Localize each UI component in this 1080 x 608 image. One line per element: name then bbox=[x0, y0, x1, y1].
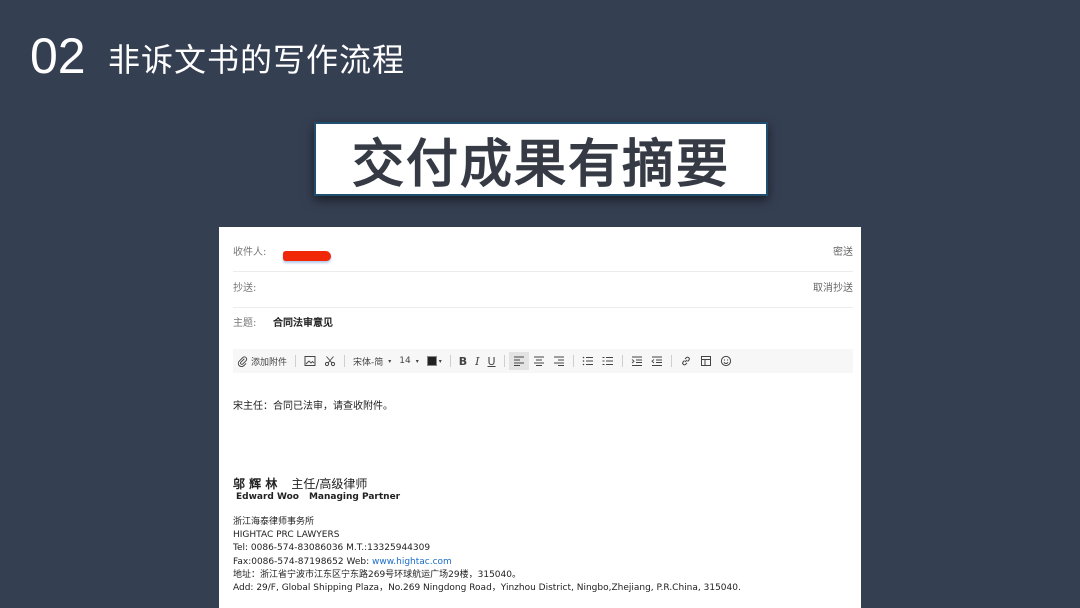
align-right-icon bbox=[553, 356, 564, 366]
signature-name: 邬 辉 林 bbox=[233, 477, 278, 491]
subject-field-row[interactable]: 主题: 合同法审意见 bbox=[233, 306, 853, 342]
telephone-line: Tel: 0086-574-83086036 M.T.:13325944309 bbox=[233, 543, 431, 554]
align-center-button[interactable] bbox=[529, 352, 549, 370]
subject-label: 主题: bbox=[233, 318, 257, 329]
font-size-value: 14 bbox=[399, 356, 411, 366]
firm-name-en: HIGHTAC PRC LAWYERS bbox=[233, 530, 340, 541]
bold-button[interactable]: B bbox=[455, 352, 471, 370]
slide-title: 非诉文书的写作流程 bbox=[108, 41, 406, 79]
to-label: 收件人: bbox=[233, 247, 267, 258]
font-size-select[interactable]: 14 ▾ bbox=[395, 352, 422, 370]
recipient-redaction-mark bbox=[283, 251, 331, 261]
banner-text: 交付成果有摘要 bbox=[351, 133, 730, 195]
outdent-icon bbox=[650, 356, 662, 366]
align-center-icon bbox=[533, 356, 544, 366]
signature-details: 浙江海泰律师事务所 HIGHTAC PRC LAWYERS Tel: 0086-… bbox=[233, 516, 741, 595]
paperclip-icon bbox=[237, 355, 248, 367]
toolbar-divider bbox=[621, 355, 623, 367]
slide-number: 02 bbox=[30, 28, 86, 84]
cancel-cc-link[interactable]: 取消抄送 bbox=[813, 271, 853, 307]
insert-link-button[interactable] bbox=[676, 352, 696, 370]
insert-emoji-button[interactable] bbox=[716, 352, 736, 370]
font-family-select[interactable]: 宋体-简 ▾ bbox=[349, 352, 395, 370]
insert-table-button[interactable] bbox=[696, 352, 716, 370]
firm-name-cn: 浙江海泰律师事务所 bbox=[233, 517, 315, 527]
bcc-link[interactable]: 密送 bbox=[833, 235, 853, 271]
toolbar-divider bbox=[295, 355, 297, 367]
chevron-down-icon: ▾ bbox=[415, 357, 419, 365]
to-field-row[interactable]: 收件人: 密送 bbox=[233, 235, 853, 272]
cc-label: 抄送: bbox=[233, 283, 257, 294]
image-icon bbox=[304, 356, 316, 366]
cc-field-row[interactable]: 抄送: 取消抄送 bbox=[233, 271, 853, 308]
fax-web-line: Fax:0086-574-87198652 Web: www.hightac.c… bbox=[233, 556, 741, 569]
italic-button[interactable]: I bbox=[471, 352, 483, 370]
color-swatch-icon bbox=[426, 356, 437, 366]
signature-role-english: Managing Partner bbox=[308, 492, 401, 502]
italic-icon: I bbox=[475, 354, 480, 368]
website-link[interactable]: www.hightac.com bbox=[372, 557, 452, 567]
align-right-button[interactable] bbox=[549, 352, 569, 370]
screenshot-button[interactable] bbox=[320, 352, 340, 370]
signature-name-cn: 邬 辉 林主任/高级律师 bbox=[233, 475, 367, 492]
indent-button[interactable] bbox=[627, 352, 647, 370]
banner: 交付成果有摘要 bbox=[314, 122, 768, 196]
align-left-icon bbox=[513, 356, 524, 366]
editor-toolbar: 添加附件 宋体-简 ▾ 14 ▾ ▾ B I U bbox=[233, 349, 853, 373]
table-icon bbox=[700, 356, 711, 366]
bullet-list-button[interactable] bbox=[598, 352, 618, 370]
link-icon bbox=[681, 356, 690, 366]
insert-image-button[interactable] bbox=[300, 352, 320, 370]
toolbar-divider bbox=[572, 355, 574, 367]
signature-role: 主任/高级律师 bbox=[291, 477, 368, 491]
attach-button[interactable]: 添加附件 bbox=[233, 352, 291, 370]
bold-icon: B bbox=[458, 354, 468, 368]
attach-label: 添加附件 bbox=[251, 357, 288, 368]
toolbar-divider bbox=[670, 355, 672, 367]
address-cn-line: 地址：浙江省宁波市江东区宁东路269号环球航运广场29楼，315040。 bbox=[233, 569, 521, 580]
email-compose-window: 收件人: 密送 抄送: 取消抄送 主题: 合同法审意见 添加附件 宋体-简 ▾ … bbox=[219, 227, 861, 608]
subject-input[interactable]: 合同法审意见 bbox=[273, 306, 333, 342]
toolbar-divider bbox=[503, 355, 505, 367]
scissors-icon bbox=[324, 356, 336, 367]
outdent-button[interactable] bbox=[647, 352, 667, 370]
email-body[interactable]: 宋主任：合同已法审，请查收附件。 bbox=[233, 397, 393, 412]
underline-icon: U bbox=[487, 354, 496, 368]
bullet-list-icon bbox=[602, 357, 613, 365]
signature-name-en: Edward Woo Managing Partner bbox=[236, 492, 400, 502]
chevron-down-icon: ▾ bbox=[388, 357, 392, 365]
fax-text: Fax:0086-574-87198652 Web: bbox=[233, 556, 372, 567]
signature-name-english: Edward Woo bbox=[236, 492, 299, 502]
underline-button[interactable]: U bbox=[484, 352, 500, 370]
numbered-list-button[interactable] bbox=[578, 352, 598, 370]
chevron-down-icon: ▾ bbox=[438, 357, 442, 365]
toolbar-divider bbox=[449, 355, 451, 367]
numbered-list-icon bbox=[582, 356, 593, 366]
indent-icon bbox=[631, 356, 642, 366]
font-family-value: 宋体-简 bbox=[353, 357, 384, 368]
emoji-icon bbox=[720, 355, 731, 367]
toolbar-divider bbox=[344, 355, 346, 367]
align-left-button[interactable] bbox=[508, 352, 529, 370]
font-color-select[interactable]: ▾ bbox=[423, 352, 446, 370]
address-en-line: Add: 29/F, Global Shipping Plaza，No.269 … bbox=[233, 583, 741, 594]
